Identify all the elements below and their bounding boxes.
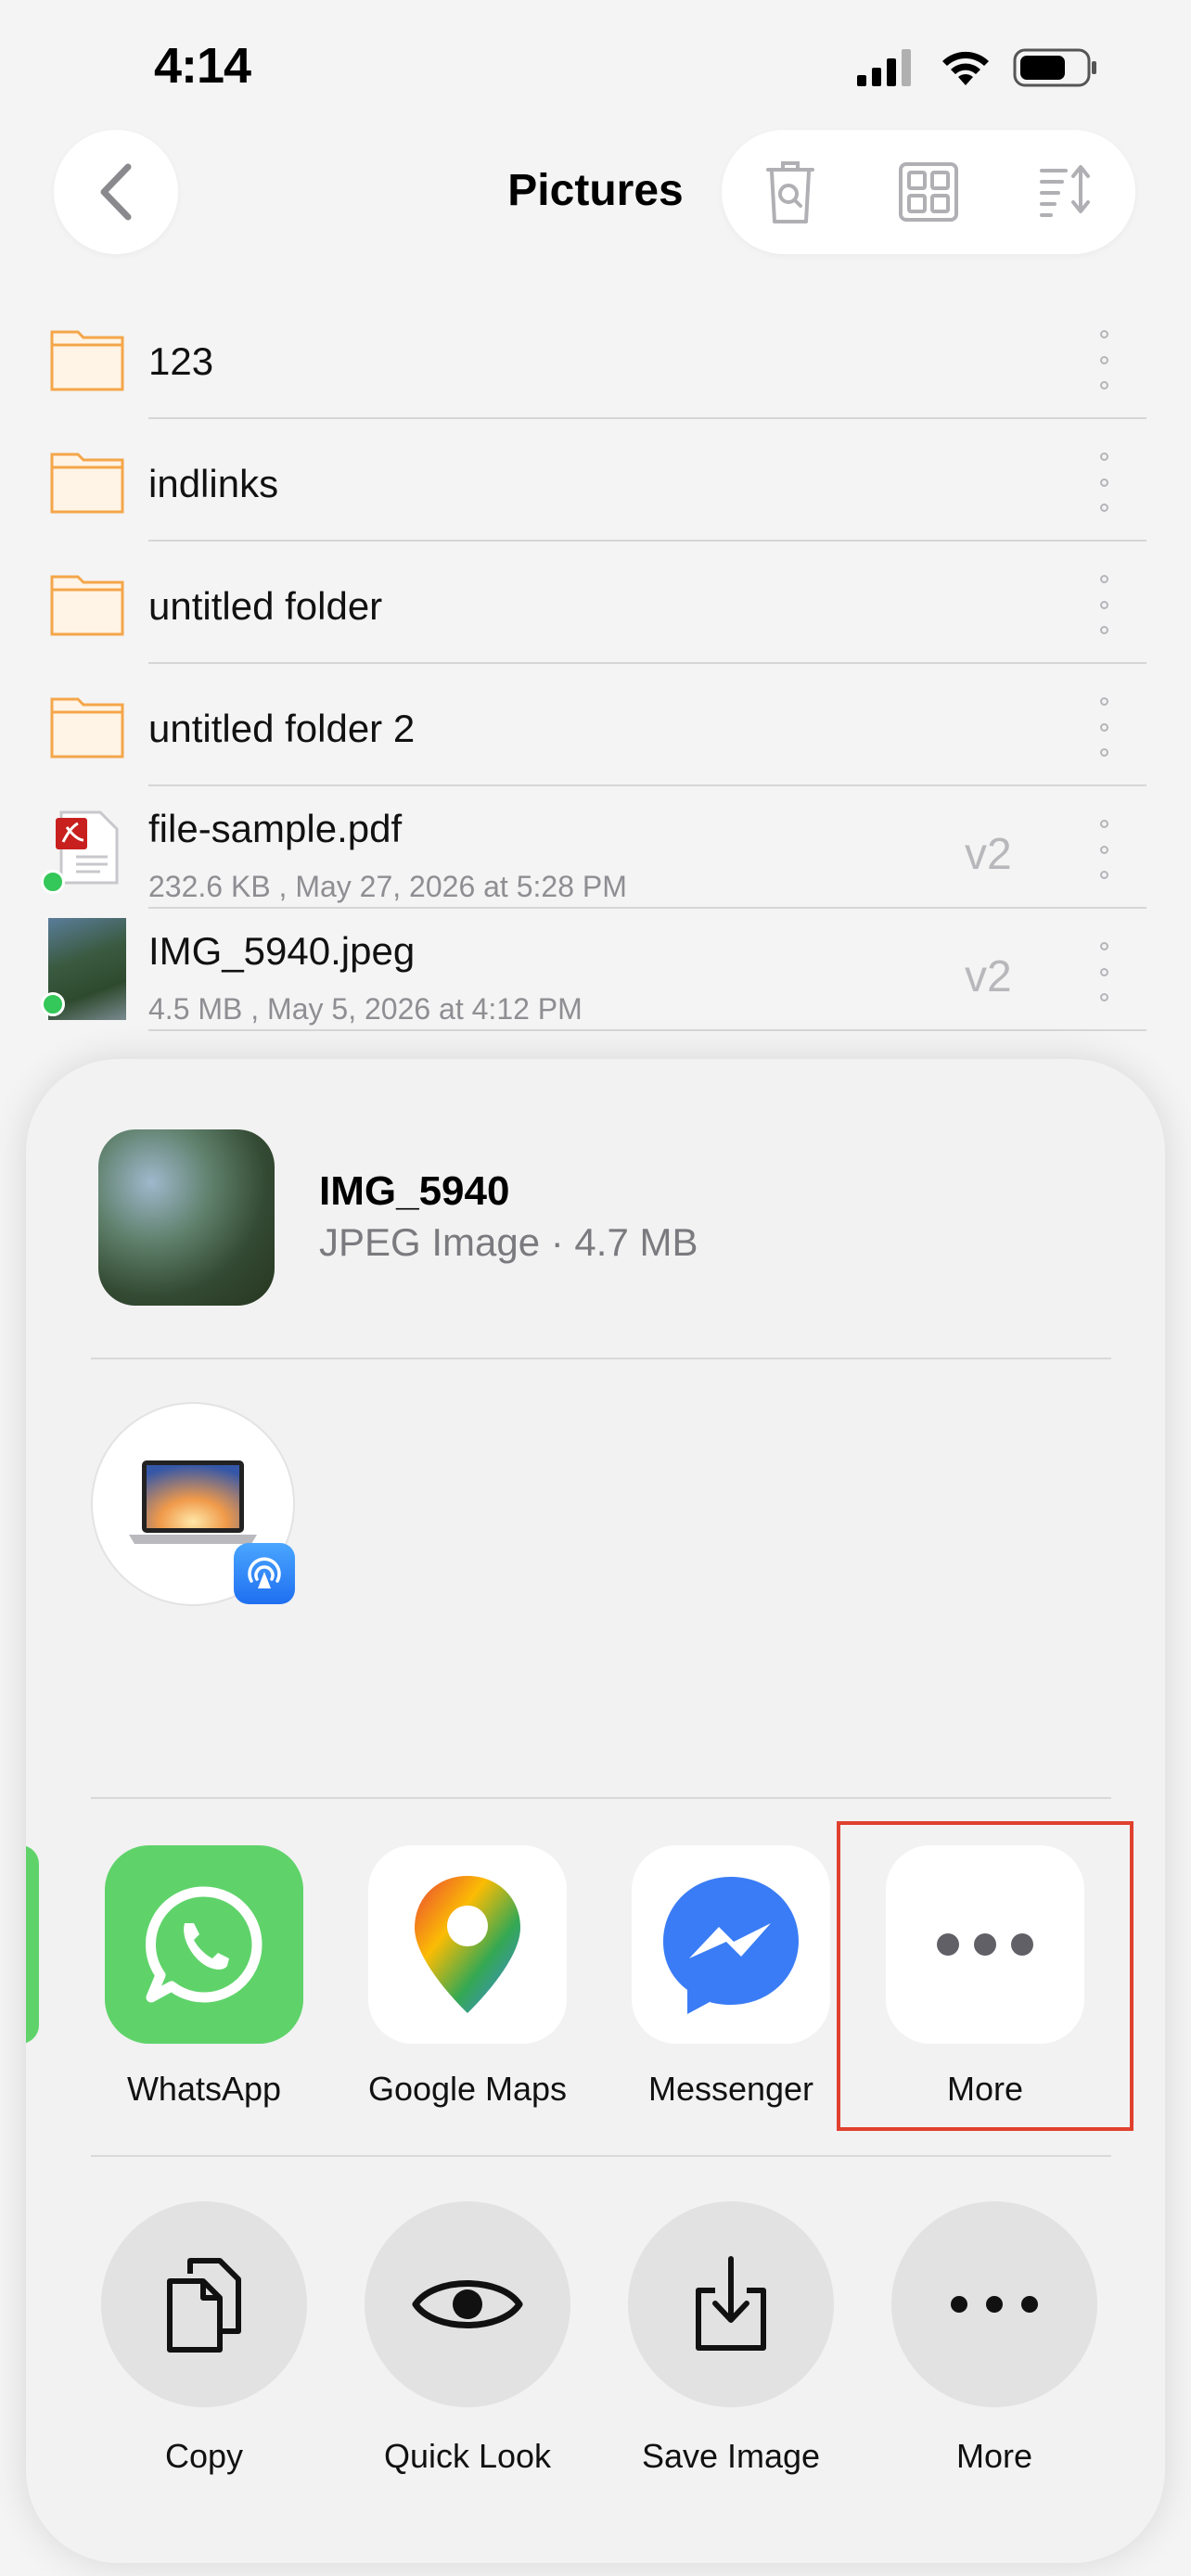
copy-icon [167, 2258, 241, 2353]
eye-icon [412, 2280, 523, 2328]
folder-icon [50, 330, 124, 391]
app-label: WhatsApp [126, 2070, 282, 2108]
sort-button[interactable] [1030, 155, 1104, 229]
action-copy[interactable]: Copy [83, 2201, 325, 2476]
divider [148, 1029, 1146, 1031]
more-actions-button[interactable] [891, 2201, 1097, 2407]
file-name: 123 [148, 339, 214, 383]
synced-check-icon [41, 992, 65, 1016]
header-toolbar [722, 130, 1135, 254]
highlight-box [837, 1821, 1133, 2131]
more-options-button[interactable] [1095, 330, 1113, 389]
list-item[interactable]: untitled folder 2 [0, 664, 1191, 786]
more-options-button[interactable] [1095, 820, 1113, 879]
more-options-button[interactable] [1095, 575, 1113, 634]
action-label: More [955, 2437, 1033, 2475]
status-icons [857, 48, 1098, 87]
action-label: Copy [164, 2437, 244, 2475]
sort-icon [1039, 165, 1090, 217]
action-label: Save Image [641, 2437, 821, 2475]
action-save-image[interactable]: Save Image [610, 2201, 852, 2476]
status-bar: 4:14 [0, 0, 1191, 139]
list-item[interactable]: untitled folder [0, 542, 1191, 664]
grid-icon [898, 162, 958, 222]
folder-icon [50, 575, 124, 636]
list-item[interactable]: indlinks [0, 419, 1191, 542]
app-label: Google Maps [367, 2070, 568, 2108]
file-meta: 232.6 KB , May 27, 2026 at 5:28 PM [148, 870, 627, 903]
copy-button[interactable] [101, 2201, 307, 2407]
divider [91, 1358, 1111, 1359]
trash-search-icon [766, 161, 815, 223]
more-options-button[interactable] [1095, 942, 1113, 1001]
laptop-icon [129, 1460, 257, 1544]
folder-icon [50, 453, 124, 514]
quick-look-button[interactable] [365, 2201, 570, 2407]
list-item[interactable]: 123 [0, 297, 1191, 419]
file-meta: 4.5 MB , May 5, 2026 at 4:12 PM [148, 992, 583, 1026]
more-options-button[interactable] [1095, 697, 1113, 757]
google-maps-icon [368, 1845, 567, 2044]
list-item[interactable]: IMG_5940.jpeg 4.5 MB , May 5, 2026 at 4:… [0, 909, 1191, 1031]
trash-search-button[interactable] [753, 155, 827, 229]
folder-icon [50, 697, 124, 759]
file-name: indlinks [148, 462, 279, 505]
action-more[interactable]: More [874, 2201, 1115, 2476]
divider [91, 1797, 1111, 1799]
share-file-thumbnail [98, 1129, 275, 1306]
grid-view-button[interactable] [891, 155, 966, 229]
more-options-button[interactable] [1095, 453, 1113, 512]
app-label: Messenger [647, 2070, 814, 2108]
file-name: file-sample.pdf [148, 807, 403, 850]
status-time: 4:14 [154, 38, 251, 94]
divider [91, 2155, 1111, 2157]
more-icon [951, 2296, 1038, 2313]
save-image-button[interactable] [628, 2201, 834, 2407]
file-name: untitled folder [148, 584, 383, 628]
share-app-google-maps[interactable]: Google Maps [347, 1845, 588, 2109]
share-sheet: IMG_5940 JPEG Image · 4.7 MB WhatsApp Go… [26, 1059, 1165, 2563]
share-app-messenger[interactable]: Messenger [610, 1845, 852, 2109]
synced-check-icon [41, 870, 65, 894]
list-item[interactable]: file-sample.pdf 232.6 KB , May 27, 2026 … [0, 786, 1191, 909]
save-image-icon [696, 2256, 766, 2351]
airdrop-icon [234, 1543, 295, 1604]
action-quick-look[interactable]: Quick Look [347, 2201, 588, 2476]
share-file-name: IMG_5940 [319, 1168, 510, 1214]
wifi-icon [942, 51, 989, 85]
whatsapp-icon [105, 1845, 303, 2044]
action-label: Quick Look [383, 2437, 552, 2475]
battery-icon [1013, 48, 1096, 87]
file-name: untitled folder 2 [148, 707, 416, 750]
version-label: v2 [965, 952, 1012, 1001]
version-label: v2 [965, 830, 1012, 879]
file-name: IMG_5940.jpeg [148, 929, 416, 973]
share-file-subtitle: JPEG Image · 4.7 MB [319, 1220, 698, 1264]
cellular-signal-icon [857, 49, 911, 86]
messenger-icon [632, 1845, 830, 2044]
file-list: 123 indlinks untitled folder untitled fo… [0, 297, 1191, 1031]
share-app-whatsapp[interactable]: WhatsApp [83, 1845, 325, 2109]
